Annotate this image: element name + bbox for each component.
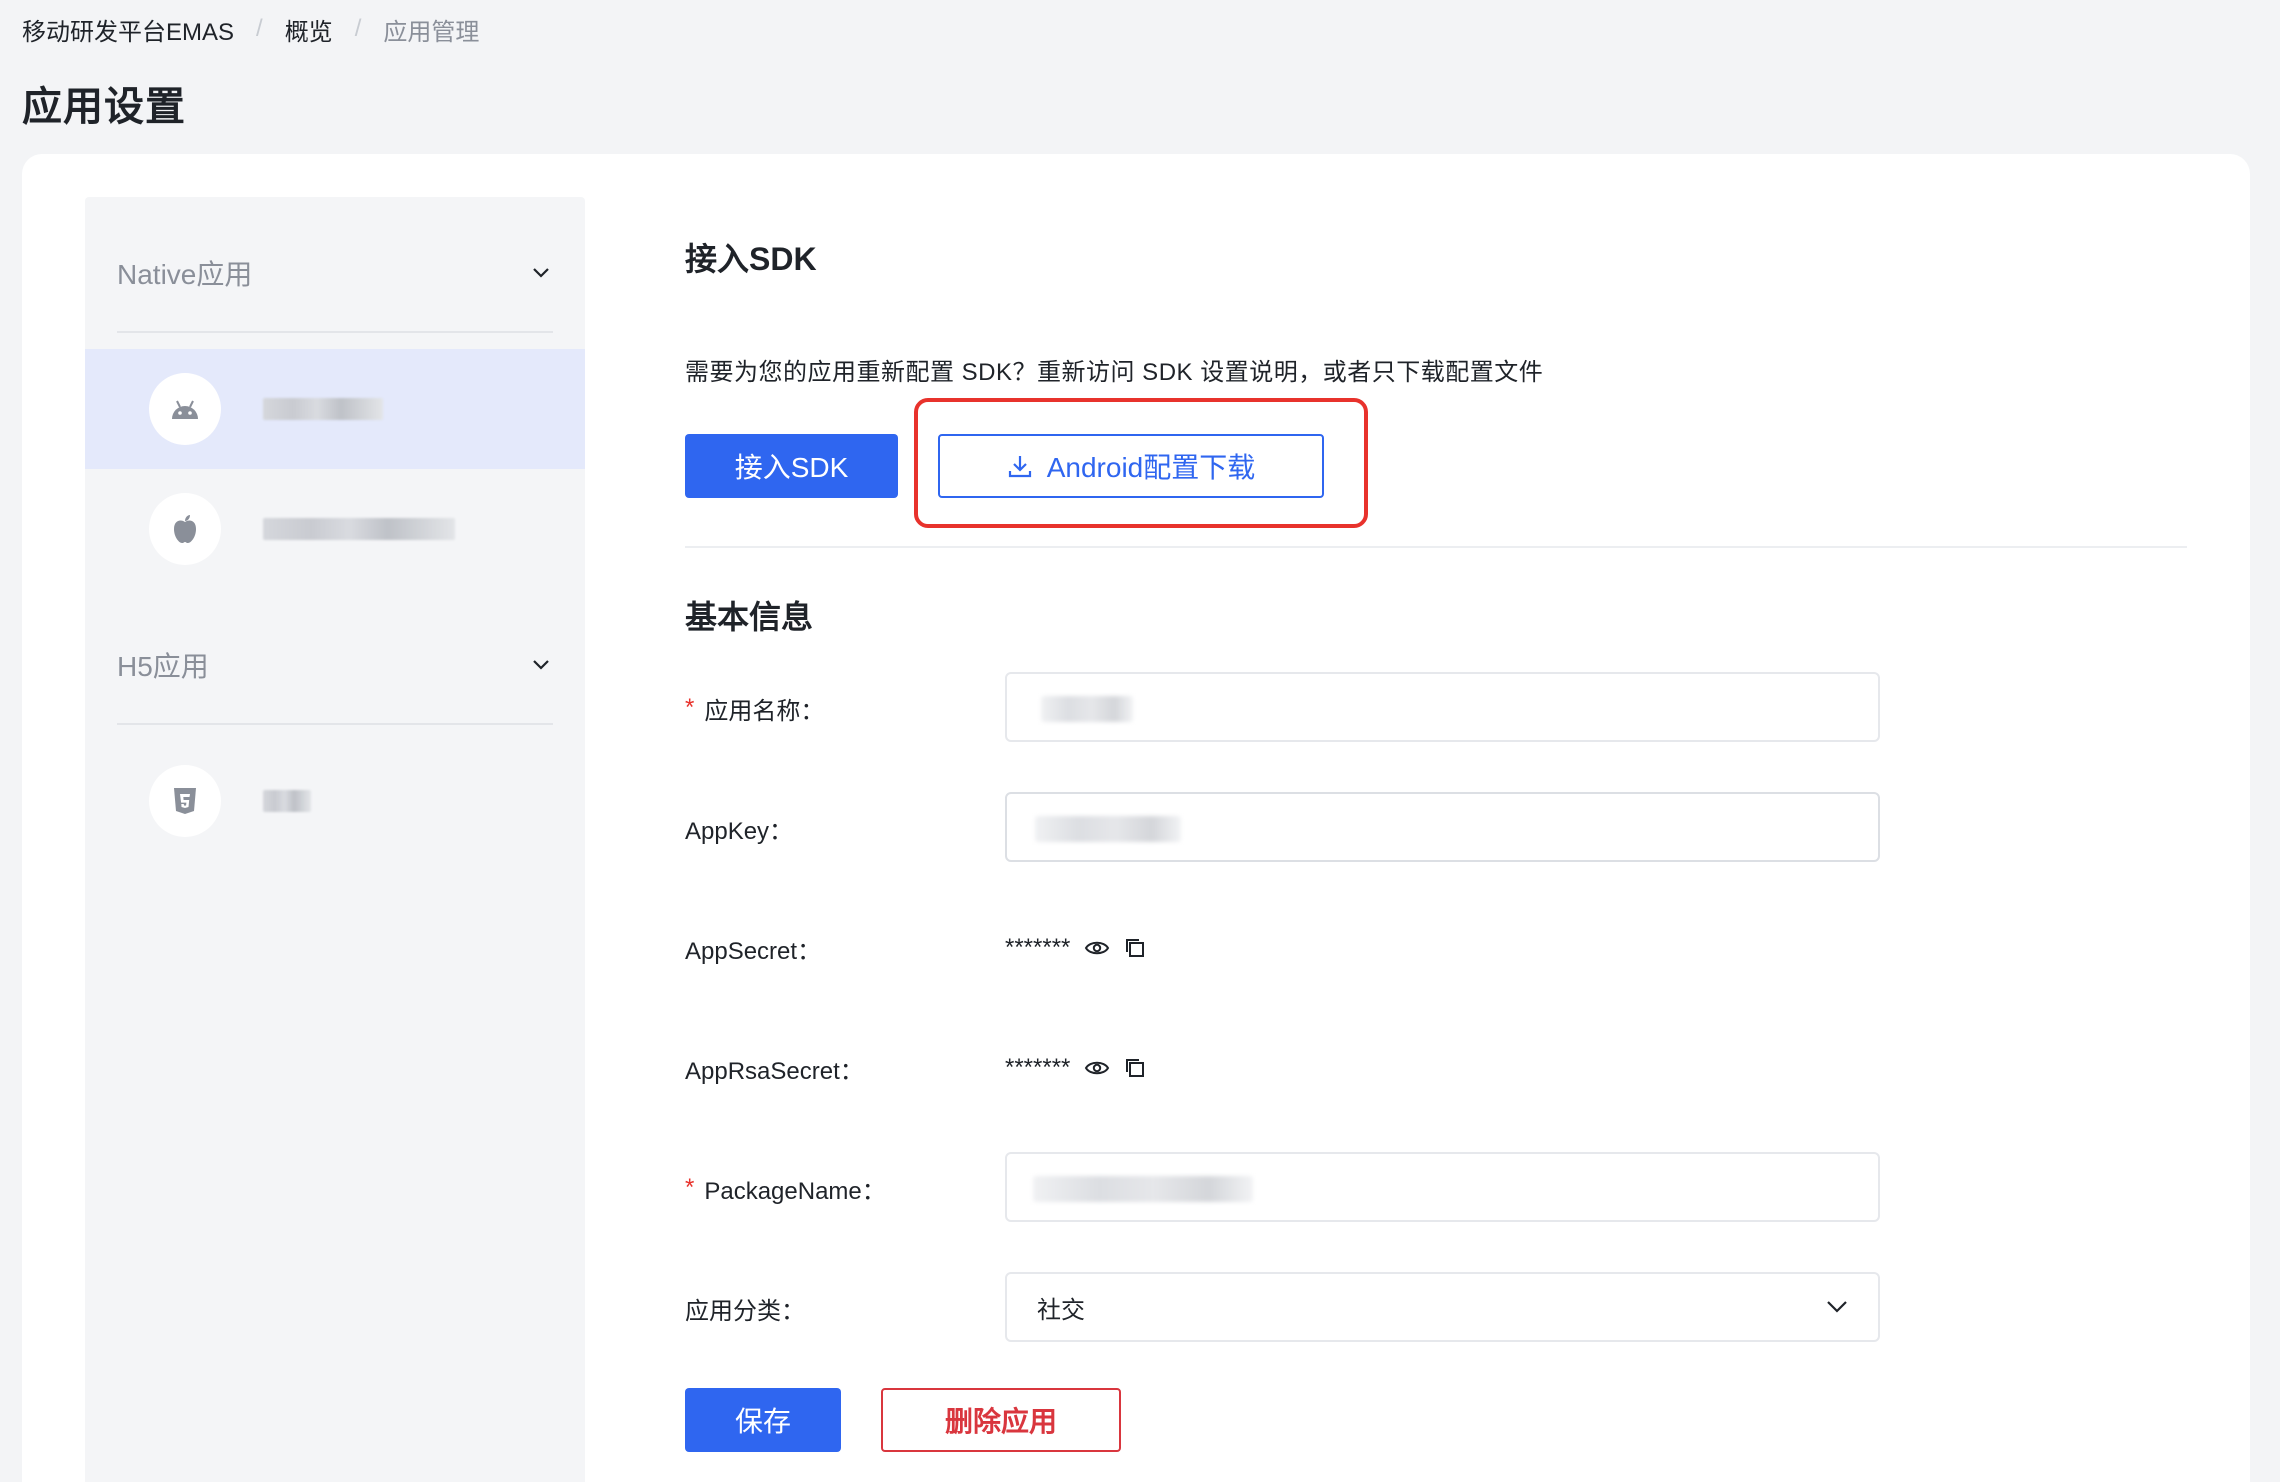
chevron-down-icon[interactable] [529, 653, 553, 677]
required-mark: * [685, 694, 695, 721]
save-button[interactable]: 保存 [685, 1388, 841, 1452]
sidebar-item-h5-app[interactable] [85, 741, 585, 861]
breadcrumb-separator: / [354, 15, 362, 42]
sdk-hint-text: 需要为您的应用重新配置 SDK？重新访问 SDK 设置说明，或者只下载配置文件 [685, 359, 1544, 386]
category-select[interactable]: 社交 [1005, 1272, 1880, 1342]
breadcrumb-separator: / [256, 15, 263, 42]
breadcrumb: 移动研发平台EMAS / 概览 / 应用管理 [22, 12, 479, 46]
delete-app-button[interactable]: 删除应用 [881, 1388, 1121, 1452]
package-name-label: * PackageName： [685, 1168, 886, 1208]
appsecret-value: ******* [1005, 928, 1146, 968]
basic-info-title: 基本信息 [685, 599, 814, 635]
copy-icon[interactable] [1124, 1057, 1146, 1079]
app-name-redacted [263, 790, 311, 812]
appkey-label-text: AppKey： [685, 817, 794, 845]
redacted-value [1035, 816, 1181, 842]
breadcrumb-item-emas[interactable]: 移动研发平台EMAS [22, 12, 234, 47]
apple-icon [149, 493, 221, 565]
package-name-label-text: PackageName： [704, 1177, 886, 1205]
sdk-section-title: 接入SDK [685, 241, 817, 277]
app-name-input[interactable] [1005, 672, 1880, 742]
redacted-value [1041, 696, 1133, 722]
eye-icon[interactable] [1084, 939, 1110, 957]
sidebar-group-label: Native应用 [117, 259, 253, 290]
breadcrumb-item-overview[interactable]: 概览 [285, 12, 333, 47]
app-name-redacted [263, 398, 383, 420]
apprsasecret-value: ******* [1005, 1048, 1146, 1088]
sidebar-divider [117, 331, 553, 333]
apprsasecret-label: AppRsaSecret： [685, 1048, 864, 1088]
android-config-download-button[interactable]: Android配置下载 [938, 434, 1324, 498]
connect-sdk-button[interactable]: 接入SDK [685, 434, 898, 498]
eye-icon[interactable] [1084, 1059, 1110, 1077]
appkey-field[interactable] [1005, 792, 1880, 862]
breadcrumb-item-app-management: 应用管理 [383, 18, 480, 46]
android-icon [149, 373, 221, 445]
chevron-down-icon [1826, 1300, 1848, 1314]
apprsasecret-label-text: AppRsaSecret： [685, 1057, 864, 1085]
appsecret-masked: ******* [1005, 934, 1071, 961]
app-name-label-text: 应用名称： [704, 697, 825, 725]
sidebar-divider [117, 723, 553, 725]
download-icon [1007, 453, 1033, 479]
package-name-input[interactable] [1005, 1152, 1880, 1222]
download-button-label: Android配置下载 [1046, 452, 1256, 483]
sidebar-group-native[interactable]: Native应用 [117, 243, 553, 303]
sidebar-group-label: H5应用 [117, 651, 209, 682]
category-label-text: 应用分类： [685, 1297, 805, 1325]
app-sidebar: Native应用 H5应用 [85, 197, 585, 1482]
section-divider [685, 546, 2187, 548]
redacted-value [1033, 1176, 1253, 1202]
sidebar-group-h5[interactable]: H5应用 [117, 635, 553, 695]
page: 移动研发平台EMAS / 概览 / 应用管理 应用设置 Native应用 H5应… [0, 0, 2280, 1482]
sidebar-item-android-app[interactable] [85, 349, 585, 469]
chevron-down-icon[interactable] [529, 261, 553, 285]
appsecret-label-text: AppSecret： [685, 937, 822, 965]
category-label: 应用分类： [685, 1288, 805, 1328]
page-title: 应用设置 [22, 85, 186, 129]
html5-icon [149, 765, 221, 837]
category-selected-value: 社交 [1037, 1296, 1085, 1324]
app-name-label: * 应用名称： [685, 688, 824, 728]
sidebar-item-ios-app[interactable] [85, 469, 585, 589]
apprsasecret-masked: ******* [1005, 1054, 1071, 1081]
required-mark: * [685, 1174, 695, 1201]
app-name-redacted [263, 518, 455, 540]
copy-icon[interactable] [1124, 937, 1146, 959]
appsecret-label: AppSecret： [685, 928, 821, 968]
appkey-label: AppKey： [685, 808, 793, 848]
